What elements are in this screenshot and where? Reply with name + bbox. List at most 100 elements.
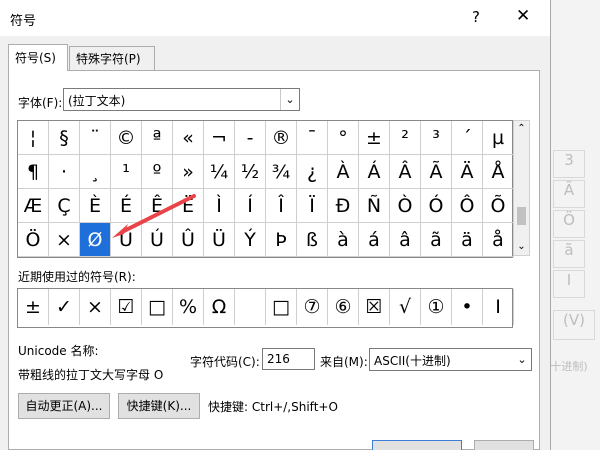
symbol-cell[interactable]: ¦ bbox=[18, 121, 49, 155]
symbol-cell[interactable]: ² bbox=[390, 121, 421, 155]
tab-symbols[interactable]: 符号(S) bbox=[8, 44, 68, 71]
recent-symbol-cell[interactable]: Ω bbox=[204, 289, 235, 325]
symbol-cell[interactable]: « bbox=[173, 121, 204, 155]
symbol-cell[interactable]: Î bbox=[266, 189, 297, 223]
symbol-cell[interactable]: Ï bbox=[297, 189, 328, 223]
recent-symbol-cell[interactable]: ± bbox=[18, 289, 49, 325]
help-button[interactable]: ? bbox=[472, 8, 480, 26]
symbol-cell[interactable]: ¾ bbox=[266, 155, 297, 189]
recent-symbol-cell[interactable]: ✓ bbox=[49, 289, 80, 325]
symbol-cell[interactable]: ¨ bbox=[80, 121, 111, 155]
symbol-cell-selected[interactable]: Ø bbox=[80, 223, 111, 257]
recent-symbol-cell[interactable]: ☒ bbox=[359, 289, 390, 325]
symbol-cell[interactable]: ¿ bbox=[297, 155, 328, 189]
recent-symbol-cell[interactable]: ⑥ bbox=[328, 289, 359, 325]
close-button[interactable]: ✕ bbox=[516, 6, 530, 26]
symbol-cell[interactable]: Ç bbox=[49, 189, 80, 223]
char-code-input[interactable]: 216 bbox=[262, 348, 315, 370]
symbol-cell[interactable]: ´ bbox=[452, 121, 483, 155]
symbol-cell[interactable]: © bbox=[111, 121, 142, 155]
cancel-button[interactable] bbox=[474, 440, 534, 450]
symbol-cell[interactable]: Á bbox=[359, 155, 390, 189]
symbol-cell[interactable]: à bbox=[328, 223, 359, 257]
symbol-cell[interactable]: ¼ bbox=[204, 155, 235, 189]
bg-glyph: ã bbox=[553, 240, 585, 268]
scroll-down-icon[interactable]: ⌄ bbox=[514, 239, 529, 255]
annotation-arrow-icon bbox=[112, 194, 196, 238]
shortcut-text: 快捷键: Ctrl+/,Shift+O bbox=[208, 400, 338, 414]
symbol-cell[interactable]: À bbox=[328, 155, 359, 189]
symbol-cell[interactable]: Ü bbox=[204, 223, 235, 257]
recent-symbol-cell[interactable]: • bbox=[452, 289, 483, 325]
chevron-down-icon[interactable]: ⌄ bbox=[280, 89, 299, 110]
symbol-cell[interactable]: Â bbox=[390, 155, 421, 189]
recent-symbol-cell[interactable]: □ bbox=[142, 289, 173, 325]
shortcut-key-button[interactable]: 快捷键(K)... bbox=[118, 393, 200, 419]
recent-symbols-label: 近期使用过的符号(R): bbox=[18, 270, 136, 284]
symbol-cell[interactable]: § bbox=[49, 121, 80, 155]
symbol-cell[interactable]: Ó bbox=[421, 189, 452, 223]
recent-symbol-cell[interactable]: % bbox=[173, 289, 204, 325]
symbol-grid-scrollbar[interactable]: ⌃ ⌄ bbox=[513, 120, 530, 256]
symbol-cell[interactable]: ½ bbox=[235, 155, 266, 189]
symbol-cell[interactable]: Ñ bbox=[359, 189, 390, 223]
symbol-cell[interactable]: Ì bbox=[204, 189, 235, 223]
symbol-cell[interactable]: Ò bbox=[390, 189, 421, 223]
symbol-cell[interactable]: ¶ bbox=[18, 155, 49, 189]
symbol-cell[interactable]: ¸ bbox=[80, 155, 111, 189]
symbol-cell[interactable]: ã bbox=[421, 223, 452, 257]
recent-symbol-cell[interactable]: ① bbox=[421, 289, 452, 325]
symbol-dialog: 符号 ? ✕ 符号(S) 特殊字符(P) 字体(F): (拉丁文本) ⌄ ¦ § ¨… bbox=[0, 0, 551, 450]
symbol-cell[interactable]: ± bbox=[359, 121, 390, 155]
recent-symbol-cell[interactable]: × bbox=[80, 289, 111, 325]
symbol-cell[interactable]: ¬ bbox=[204, 121, 235, 155]
symbol-cell[interactable]: Í bbox=[235, 189, 266, 223]
recent-symbol-cell[interactable] bbox=[235, 289, 266, 325]
symbol-cell[interactable]: - bbox=[235, 121, 266, 155]
recent-symbol-cell[interactable]: √ bbox=[390, 289, 421, 325]
symbol-cell[interactable]: Ä bbox=[452, 155, 483, 189]
chevron-down-icon[interactable]: ⌄ bbox=[513, 349, 531, 370]
symbol-cell[interactable]: Å bbox=[483, 155, 514, 189]
autocorrect-button[interactable]: 自动更正(A)... bbox=[18, 393, 110, 419]
scroll-thumb[interactable] bbox=[517, 207, 526, 225]
symbol-cell[interactable]: Ã bbox=[421, 155, 452, 189]
from-label: 来自(M): bbox=[320, 355, 368, 369]
symbol-cell[interactable]: º bbox=[142, 155, 173, 189]
symbol-cell[interactable]: µ bbox=[483, 121, 514, 155]
font-select[interactable]: (拉丁文本) ⌄ bbox=[63, 88, 300, 111]
recent-symbol-cell[interactable]: Ⅰ bbox=[483, 289, 514, 325]
symbol-cell[interactable]: » bbox=[173, 155, 204, 189]
recent-symbol-cell[interactable]: ☑ bbox=[111, 289, 142, 325]
scroll-up-icon[interactable]: ⌃ bbox=[514, 121, 529, 137]
symbol-cell[interactable]: á bbox=[359, 223, 390, 257]
symbol-cell[interactable]: Þ bbox=[266, 223, 297, 257]
insert-button[interactable] bbox=[372, 440, 462, 450]
symbol-cell[interactable]: â bbox=[390, 223, 421, 257]
symbol-cell[interactable]: ß bbox=[297, 223, 328, 257]
symbol-cell[interactable]: Æ bbox=[18, 189, 49, 223]
recent-symbol-cell[interactable]: □ bbox=[266, 289, 297, 325]
symbol-cell[interactable]: È bbox=[80, 189, 111, 223]
symbol-cell[interactable]: Ö bbox=[18, 223, 49, 257]
from-select-value: ASCII(十进制) bbox=[374, 354, 451, 368]
symbol-cell[interactable]: × bbox=[49, 223, 80, 257]
symbol-cell[interactable]: ä bbox=[452, 223, 483, 257]
symbol-cell[interactable]: ¹ bbox=[111, 155, 142, 189]
tab-special-characters[interactable]: 特殊字符(P) bbox=[69, 46, 155, 70]
symbol-cell[interactable]: ³ bbox=[421, 121, 452, 155]
font-label: 字体(F): bbox=[18, 96, 63, 110]
symbol-cell[interactable]: ° bbox=[328, 121, 359, 155]
symbol-cell[interactable]: ® bbox=[266, 121, 297, 155]
symbol-cell[interactable]: ª bbox=[142, 121, 173, 155]
symbol-cell[interactable]: Ô bbox=[452, 189, 483, 223]
symbol-cell[interactable]: ¯ bbox=[297, 121, 328, 155]
symbol-cell[interactable]: Ý bbox=[235, 223, 266, 257]
recent-symbol-cell[interactable]: ⑦ bbox=[297, 289, 328, 325]
bg-glyph: Ö bbox=[553, 210, 585, 238]
symbol-cell[interactable]: Ð bbox=[328, 189, 359, 223]
symbol-cell[interactable]: å bbox=[483, 223, 514, 257]
from-select[interactable]: ASCII(十进制) ⌄ bbox=[369, 348, 532, 371]
symbol-cell[interactable]: Õ bbox=[483, 189, 514, 223]
symbol-cell[interactable]: · bbox=[49, 155, 80, 189]
